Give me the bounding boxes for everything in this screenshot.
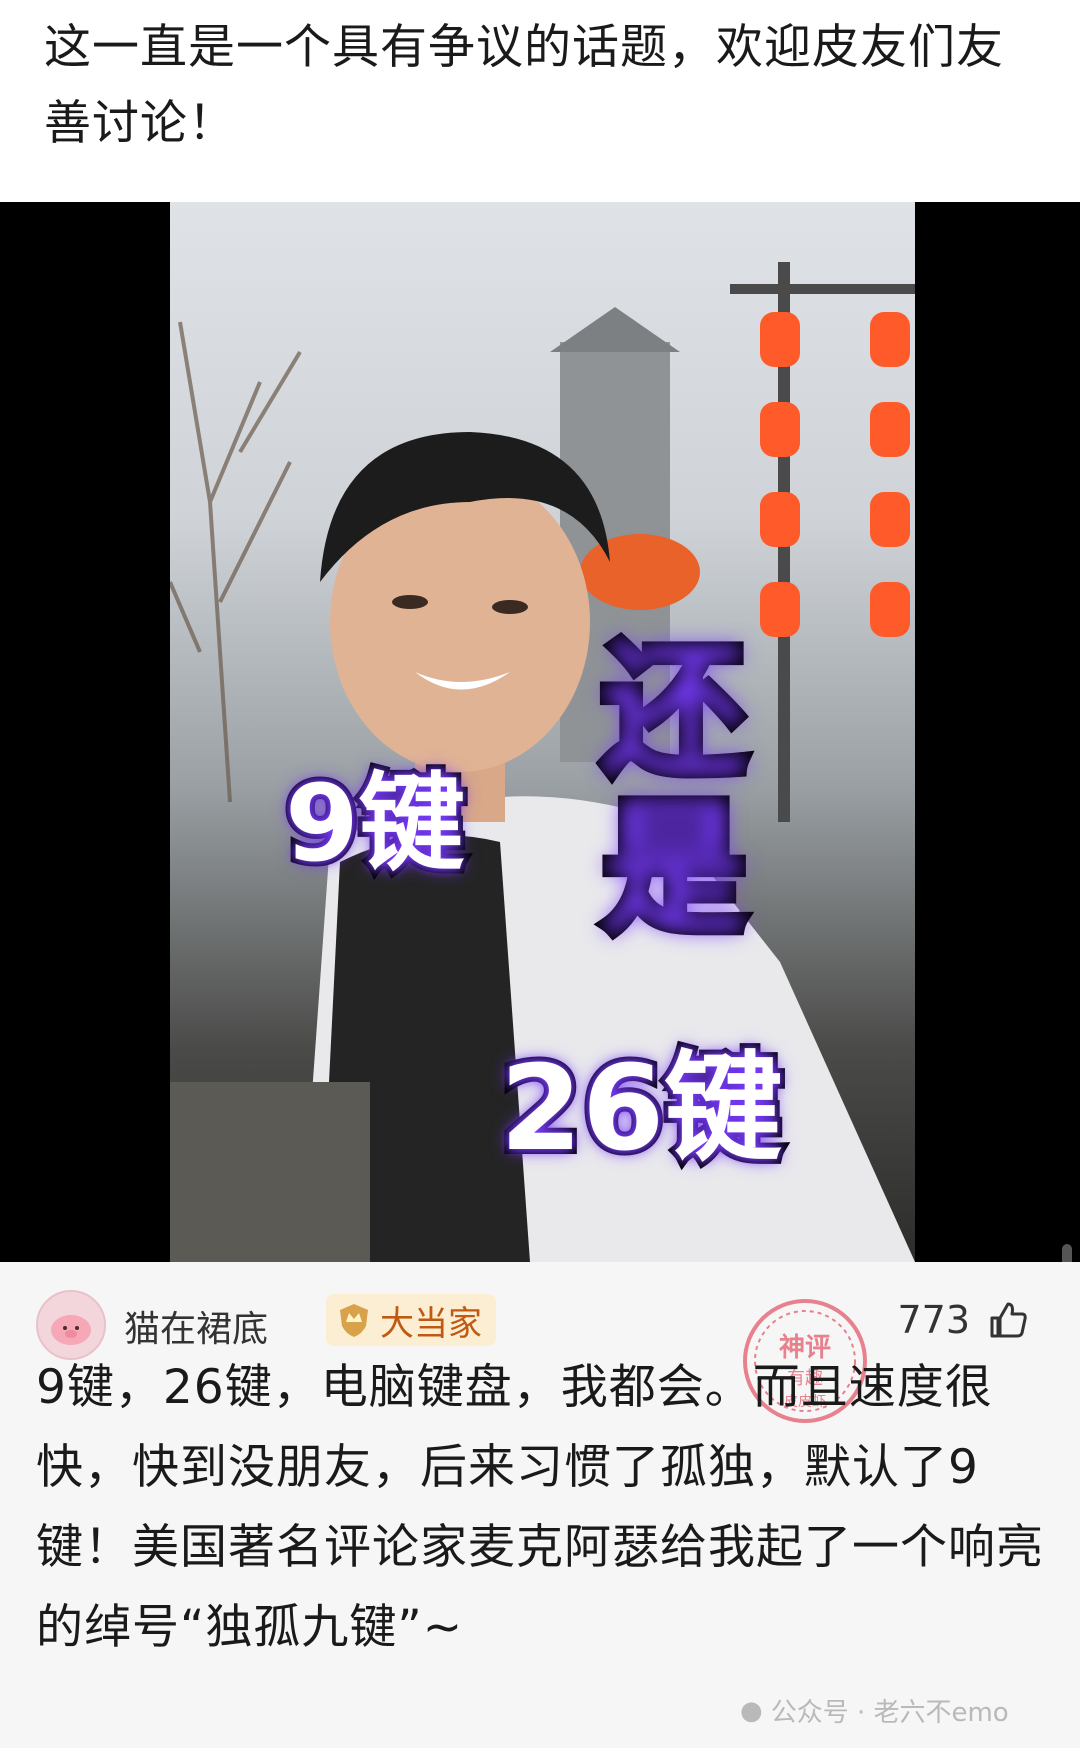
top-comment: 猫在裙底 大当家 神评 有趣 皮皮虾 773 9键，26键，电脑键盘，我都会。而…	[0, 1262, 1080, 1748]
like-count: 773	[897, 1298, 970, 1342]
caption-9-keys: 9键	[280, 757, 470, 890]
post-text: 这一直是一个具有争议的话题，欢迎皮友们友善讨论！	[44, 20, 1004, 151]
badge-label: 大当家	[380, 1303, 482, 1344]
user-badge: 大当家	[326, 1294, 496, 1346]
comment-text: 9键，26键，电脑键盘，我都会。而且速度很快，快到没朋友，后来习惯了孤独，默认了…	[36, 1360, 1044, 1655]
video-player[interactable]: 9键 还是 26键	[0, 202, 1080, 1354]
comment-username[interactable]: 猫在裙底	[124, 1300, 268, 1352]
crown-shield-icon	[340, 1304, 368, 1337]
thumbs-up-icon[interactable]	[986, 1298, 1030, 1342]
caption-26-keys: 26键	[495, 1034, 787, 1182]
wechat-icon: ●	[740, 1695, 763, 1726]
caption-or: 还是	[596, 628, 770, 952]
watermark-text: 公众号 · 老六不emo	[770, 1698, 1009, 1728]
watermark: ● 公众号 · 老六不emo	[740, 1692, 1009, 1729]
video-frame[interactable]: 9键 还是 26键	[170, 202, 915, 1262]
